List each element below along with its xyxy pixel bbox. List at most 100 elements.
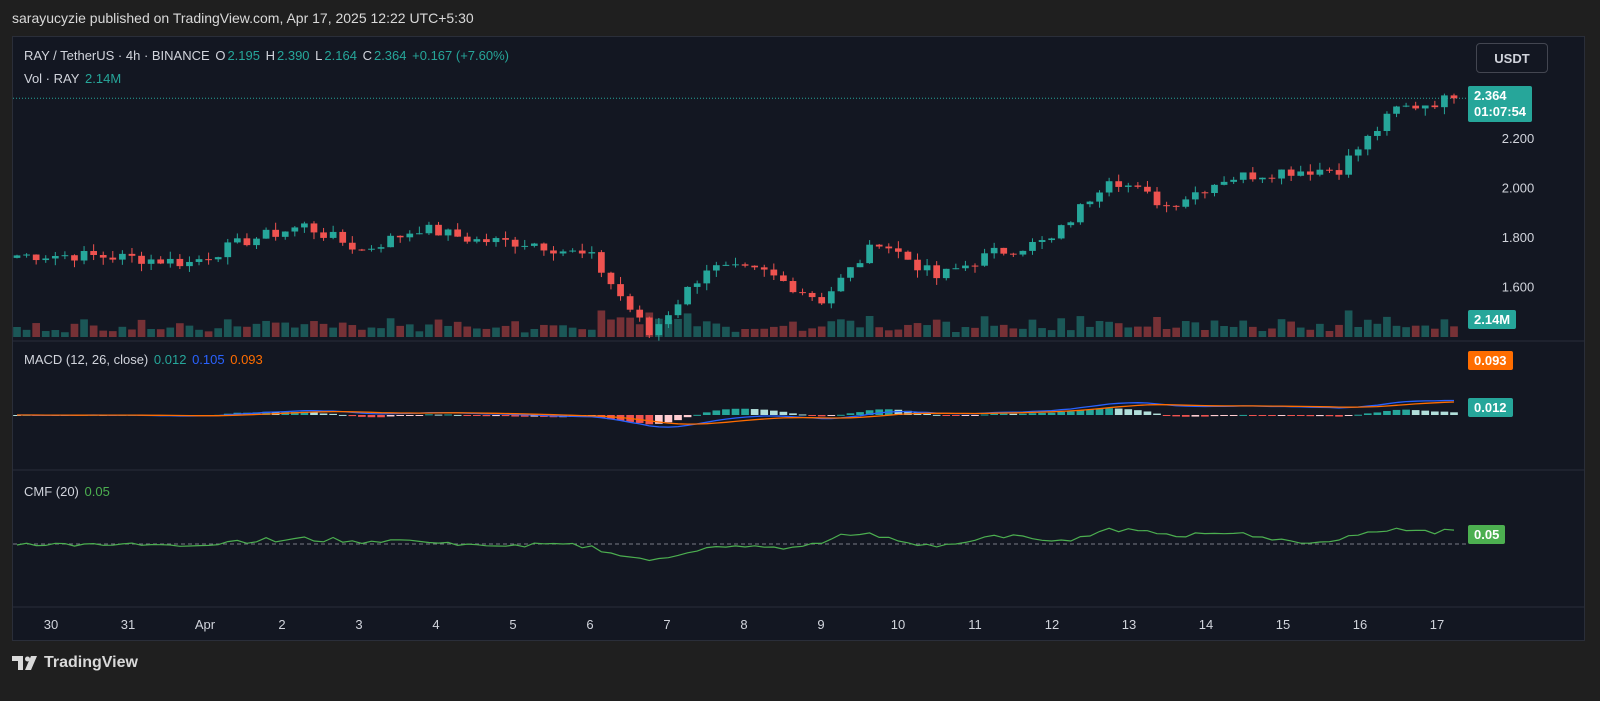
macd-hist-bar xyxy=(942,415,951,416)
volume-bar xyxy=(722,326,730,337)
candle-body xyxy=(301,223,308,228)
macd-hist-bar xyxy=(1287,415,1295,416)
candle-body xyxy=(138,255,145,264)
candle-body xyxy=(875,244,883,247)
volume-bar xyxy=(1287,321,1295,337)
candle-body xyxy=(435,224,442,236)
candle-body xyxy=(444,229,452,236)
volume-bar xyxy=(1383,316,1391,337)
volume-bar xyxy=(1181,321,1190,337)
candle-body xyxy=(1067,222,1075,226)
volume-bar xyxy=(999,324,1008,337)
volume-bar xyxy=(473,328,481,337)
volume-bar xyxy=(1162,328,1171,337)
macd-hist-bar xyxy=(1066,411,1075,415)
macd-hist-bar xyxy=(1431,411,1439,415)
volume-bar xyxy=(856,327,864,337)
currency-button[interactable]: USDT xyxy=(1476,43,1548,73)
macd-hist-bar xyxy=(425,414,433,416)
volume-bar xyxy=(760,328,769,337)
volume-bar xyxy=(252,323,261,337)
candle-body xyxy=(521,245,529,247)
macd-hist-bar xyxy=(1229,415,1238,416)
volume-bar xyxy=(817,326,826,337)
volume-bar xyxy=(1066,330,1075,337)
candle-body xyxy=(1191,192,1199,200)
candle-body xyxy=(1105,181,1113,193)
candle-body xyxy=(1211,184,1218,194)
macd-hist-bar xyxy=(760,409,769,415)
candle-body xyxy=(51,255,59,259)
volume-bar xyxy=(1402,327,1410,337)
macd-hist-bar xyxy=(971,415,979,416)
candle-body xyxy=(837,277,845,292)
time-tick-label: 4 xyxy=(432,617,440,632)
volume-label: Vol · RAY xyxy=(24,71,80,86)
candle-body xyxy=(1086,201,1094,205)
time-tick-label: Apr xyxy=(194,617,216,632)
candle-body xyxy=(320,232,327,238)
macd-hist-bar xyxy=(683,415,692,418)
macd-hist-bar xyxy=(377,415,385,418)
volume-bar xyxy=(952,331,960,337)
price-tick-label: 1.800 xyxy=(1502,230,1535,245)
volume-bar xyxy=(281,322,290,337)
volume-bar xyxy=(1325,330,1334,337)
volume-bar xyxy=(616,317,625,337)
last-price: 2.364 xyxy=(1474,88,1507,103)
candle-body xyxy=(732,264,739,266)
volume-bar xyxy=(1296,327,1305,337)
volume-bar xyxy=(1239,320,1248,337)
volume-bar xyxy=(789,321,797,337)
macd-hist-bar xyxy=(1038,412,1046,415)
volume-bar xyxy=(1354,326,1363,337)
volume-bar xyxy=(1450,326,1458,337)
macd-hist-bar xyxy=(1009,413,1018,415)
volume-bar xyxy=(846,320,855,337)
volume-tag: 2.14M xyxy=(1468,310,1517,329)
volume-bar xyxy=(166,327,175,337)
macd-hist-bar xyxy=(1057,411,1066,415)
volume-bar xyxy=(530,328,539,337)
volume-bar xyxy=(1220,325,1228,337)
volume-bar xyxy=(1143,326,1152,337)
candle-body xyxy=(1374,131,1381,136)
macd-hist-bar xyxy=(932,414,941,416)
macd-hist-bar xyxy=(434,414,443,416)
macd-hist-bar xyxy=(645,415,654,425)
candle-body xyxy=(13,255,21,258)
candle-body xyxy=(1421,105,1429,109)
volume-bar xyxy=(942,321,951,337)
candle-body xyxy=(214,257,222,260)
volume-bar xyxy=(702,321,711,337)
macd-hist-bar xyxy=(750,409,759,415)
candle-body xyxy=(1000,247,1008,254)
candle-body xyxy=(895,248,902,252)
candle-body xyxy=(952,268,960,270)
volume-bar xyxy=(769,326,778,337)
macd-hist-bar xyxy=(1181,415,1190,417)
volume-bar xyxy=(80,319,88,337)
time-tick-label: 3 xyxy=(355,617,363,632)
volume-bar xyxy=(1105,321,1113,337)
volume-bar xyxy=(1229,326,1238,337)
candle-body xyxy=(483,239,490,243)
candle-body xyxy=(559,251,567,254)
candle-body xyxy=(339,231,347,243)
macd-hist-bar xyxy=(1450,412,1458,415)
candle-body xyxy=(358,249,366,251)
volume-bar xyxy=(377,328,385,337)
candle-body xyxy=(540,243,548,251)
time-tick-label: 31 xyxy=(120,617,136,632)
volume-bar xyxy=(865,315,874,337)
chart-area[interactable]: 1.600 1.800 2.000 2.200 RAY / TetherUS · 4h… xyxy=(12,36,1585,641)
volume-bar xyxy=(913,323,922,337)
volume-bar xyxy=(674,318,682,337)
candle-body xyxy=(1297,171,1305,176)
close-value: 2.364 xyxy=(373,48,407,63)
footer-brand[interactable]: TradingView xyxy=(12,654,138,672)
macd-hist-bar xyxy=(1239,414,1248,416)
volume-bar xyxy=(798,330,807,337)
macd-hist-bar xyxy=(1268,415,1276,416)
candle-body xyxy=(1115,181,1123,187)
